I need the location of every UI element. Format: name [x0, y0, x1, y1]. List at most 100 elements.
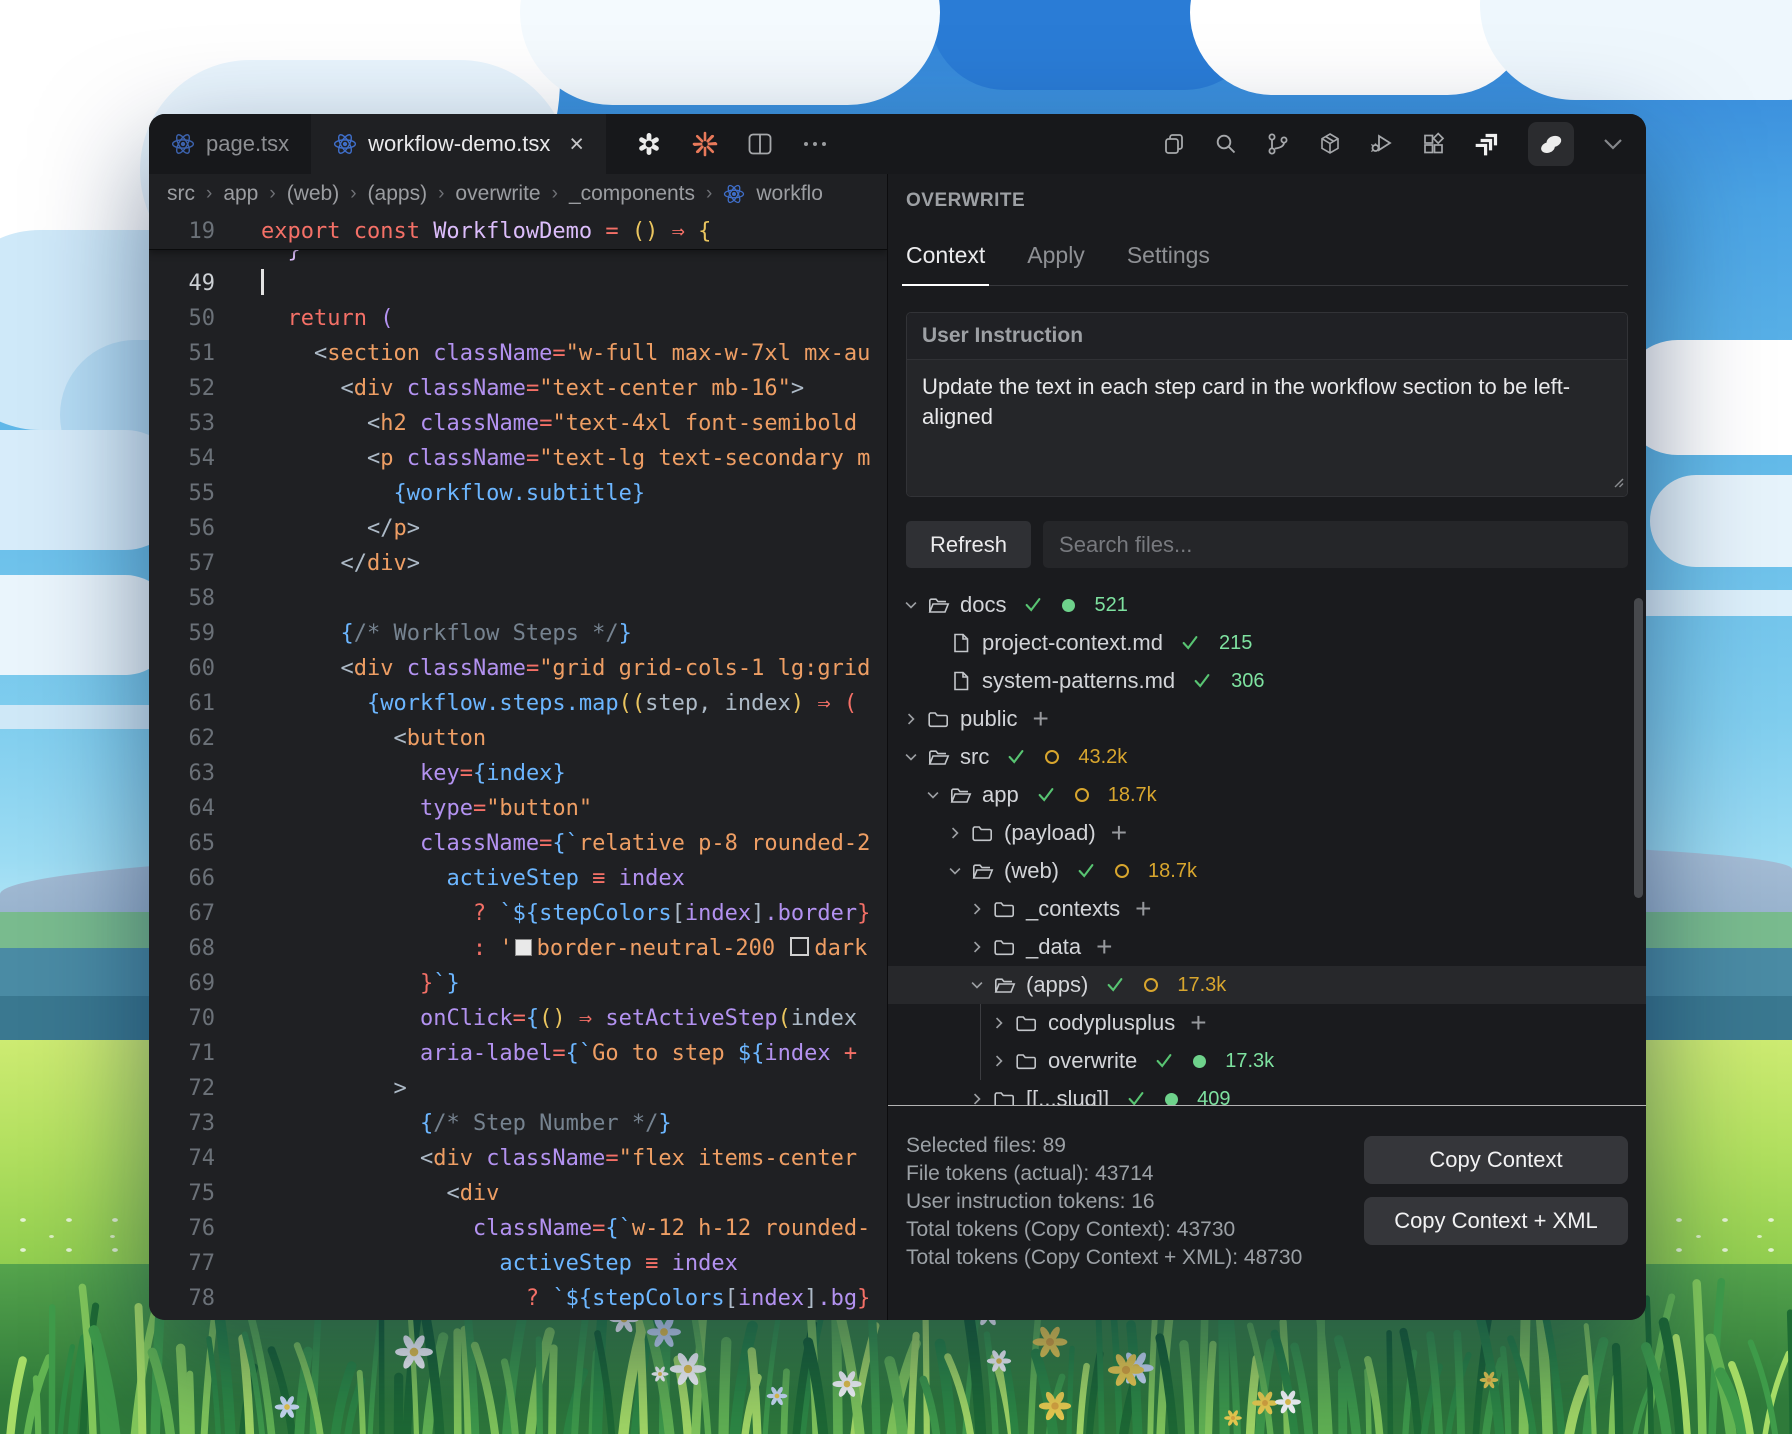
search-files-input[interactable]	[1043, 521, 1628, 568]
tree-row-docs[interactable]: docs521	[888, 586, 1646, 624]
supermaven-arrows-icon[interactable]	[1474, 131, 1500, 157]
tree-row-overwrite[interactable]: overwrite17.3k	[888, 1042, 1646, 1080]
code-line[interactable]: 78 ? `${stepColors[index].bg}	[149, 1281, 887, 1316]
source-control-icon[interactable]	[1266, 132, 1290, 156]
close-icon[interactable]: ×	[569, 132, 584, 157]
code-line[interactable]: 69 }`}	[149, 966, 887, 1001]
chevron-right-icon[interactable]	[968, 900, 994, 918]
code-line[interactable]: 70 onClick={() ⇒ setActiveStep(index	[149, 1001, 887, 1036]
add-icon[interactable]: +	[1135, 895, 1151, 923]
tree-row--contexts[interactable]: _contexts+	[888, 890, 1646, 928]
chevron-right-icon[interactable]	[990, 1014, 1016, 1032]
code-line[interactable]: }	[149, 250, 887, 266]
breadcrumb-item[interactable]: (apps)	[368, 182, 428, 206]
code-line[interactable]: 75 <div	[149, 1176, 887, 1211]
code-line[interactable]: 65 className={`relative p-8 rounded-2	[149, 826, 887, 861]
user-instruction-input[interactable]: Update the text in each step card in the…	[907, 360, 1627, 496]
copy-context-button[interactable]: Copy Context	[1364, 1136, 1628, 1184]
tab-apply[interactable]: Apply	[1027, 242, 1085, 269]
add-icon[interactable]: +	[1111, 819, 1127, 847]
code-line[interactable]: 59 {/* Workflow Steps */}	[149, 616, 887, 651]
line-number: 58	[149, 581, 215, 616]
breadcrumb-item[interactable]: overwrite	[455, 182, 540, 206]
tree-row-system-patterns-md[interactable]: system-patterns.md306	[888, 662, 1646, 700]
chevron-down-icon[interactable]	[902, 596, 928, 614]
code-line[interactable]: 66 activeStep ≡ index	[149, 861, 887, 896]
package-cube-icon[interactable]	[1318, 132, 1342, 156]
chevron-down-icon[interactable]	[924, 786, 950, 804]
code-line[interactable]: 52 <div className="text-center mb-16">	[149, 371, 887, 406]
tree-row--slug-[interactable]: [[...slug]]409	[888, 1080, 1646, 1105]
code-line[interactable]: 49	[149, 266, 887, 301]
code-line[interactable]: 77 activeStep ≡ index	[149, 1246, 887, 1281]
add-icon[interactable]: +	[1096, 933, 1112, 961]
search-icon[interactable]	[1214, 132, 1238, 156]
breadcrumb-item[interactable]: app	[223, 182, 258, 206]
chevron-down-icon[interactable]	[946, 862, 972, 880]
code-line[interactable]: 61 {workflow.steps.map((step, index) ⇒ (	[149, 686, 887, 721]
tree-row-src[interactable]: src43.2k	[888, 738, 1646, 776]
tab-context[interactable]: Context	[906, 242, 985, 269]
starburst-icon[interactable]	[692, 131, 718, 157]
code-line[interactable]: 54 <p className="text-lg text-secondary …	[149, 441, 887, 476]
line-number: 55	[149, 476, 215, 511]
code-line[interactable]: 55 {workflow.subtitle}	[149, 476, 887, 511]
chevron-right-icon[interactable]	[968, 1090, 994, 1105]
extensions-icon[interactable]	[1422, 132, 1446, 156]
chevron-down-icon[interactable]	[1602, 137, 1624, 151]
add-icon[interactable]: +	[1190, 1009, 1206, 1037]
breadcrumb-item[interactable]: workflo	[756, 182, 823, 206]
code-line[interactable]: 68 : 'border-neutral-200 dark	[149, 931, 887, 966]
code-line[interactable]: 62 <button	[149, 721, 887, 756]
code-line[interactable]: 73 {/* Step Number */}	[149, 1106, 887, 1141]
tree-row-public[interactable]: public+	[888, 700, 1646, 738]
refresh-button[interactable]: Refresh	[906, 521, 1031, 568]
tree-row-codyplusplus[interactable]: codyplusplus+	[888, 1004, 1646, 1042]
code-line[interactable]: 72 >	[149, 1071, 887, 1106]
code-line[interactable]: 64 type="button"	[149, 791, 887, 826]
chevron-right-icon[interactable]	[902, 710, 928, 728]
tree-row--apps-[interactable]: (apps)17.3k	[888, 966, 1646, 1004]
code-line[interactable]: 56 </p>	[149, 511, 887, 546]
copy-context-xml-button[interactable]: Copy Context + XML	[1364, 1197, 1628, 1245]
breadcrumb[interactable]: src›app›(web)›(apps)›overwrite›_componen…	[149, 174, 887, 214]
split-editor-icon[interactable]	[748, 133, 772, 155]
breadcrumb-item[interactable]: _components	[569, 182, 695, 206]
code-area[interactable]: 19export const WorkflowDemo = () ⇒ { } 4…	[149, 214, 887, 1320]
cloud-icon[interactable]	[1528, 122, 1574, 166]
code-line[interactable]: 60 <div className="grid grid-cols-1 lg:g…	[149, 651, 887, 686]
resize-grip-icon[interactable]	[1612, 475, 1624, 493]
add-icon[interactable]: +	[1032, 705, 1048, 733]
openai-logo-icon[interactable]	[636, 131, 662, 157]
code-line[interactable]: 67 ? `${stepColors[index].border}	[149, 896, 887, 931]
chevron-right-icon[interactable]	[946, 824, 972, 842]
chevron-right-icon[interactable]	[968, 938, 994, 956]
tab-page-tsx[interactable]: page.tsx	[149, 114, 311, 174]
code-line[interactable]: 74 <div className="flex items-center	[149, 1141, 887, 1176]
breadcrumb-item[interactable]: src	[167, 182, 195, 206]
code-line[interactable]: 76 className={`w-12 h-12 rounded-	[149, 1211, 887, 1246]
code-line[interactable]: 50 return (	[149, 301, 887, 336]
chevron-right-icon[interactable]	[990, 1052, 1016, 1070]
tab-settings[interactable]: Settings	[1127, 242, 1210, 269]
code-line[interactable]: 53 <h2 className="text-4xl font-semibold	[149, 406, 887, 441]
code-line[interactable]: 63 key={index}	[149, 756, 887, 791]
code-line[interactable]: 71 aria-label={`Go to step ${index +	[149, 1036, 887, 1071]
chevron-down-icon[interactable]	[902, 748, 928, 766]
tree-row--web-[interactable]: (web)18.7k	[888, 852, 1646, 890]
breadcrumb-item[interactable]: (web)	[287, 182, 340, 206]
copy-icon[interactable]	[1162, 132, 1186, 156]
chevron-down-icon[interactable]	[968, 976, 994, 994]
code-line[interactable]: 57 </div>	[149, 546, 887, 581]
run-debug-icon[interactable]	[1370, 132, 1394, 156]
code-line[interactable]: 51 <section className="w-full max-w-7xl …	[149, 336, 887, 371]
tree-row--payload-[interactable]: (payload)+	[888, 814, 1646, 852]
tree-row-project-context-md[interactable]: project-context.md215	[888, 624, 1646, 662]
tree-row--data[interactable]: _data+	[888, 928, 1646, 966]
code-line[interactable]: 19export const WorkflowDemo = () ⇒ {	[149, 214, 887, 249]
scrollbar-thumb[interactable]	[1634, 598, 1643, 898]
code-line[interactable]: 58	[149, 581, 887, 616]
tab-workflow-demo-tsx[interactable]: workflow-demo.tsx ×	[311, 114, 606, 174]
more-ellipsis-icon[interactable]	[802, 140, 828, 148]
tree-row-app[interactable]: app18.7k	[888, 776, 1646, 814]
